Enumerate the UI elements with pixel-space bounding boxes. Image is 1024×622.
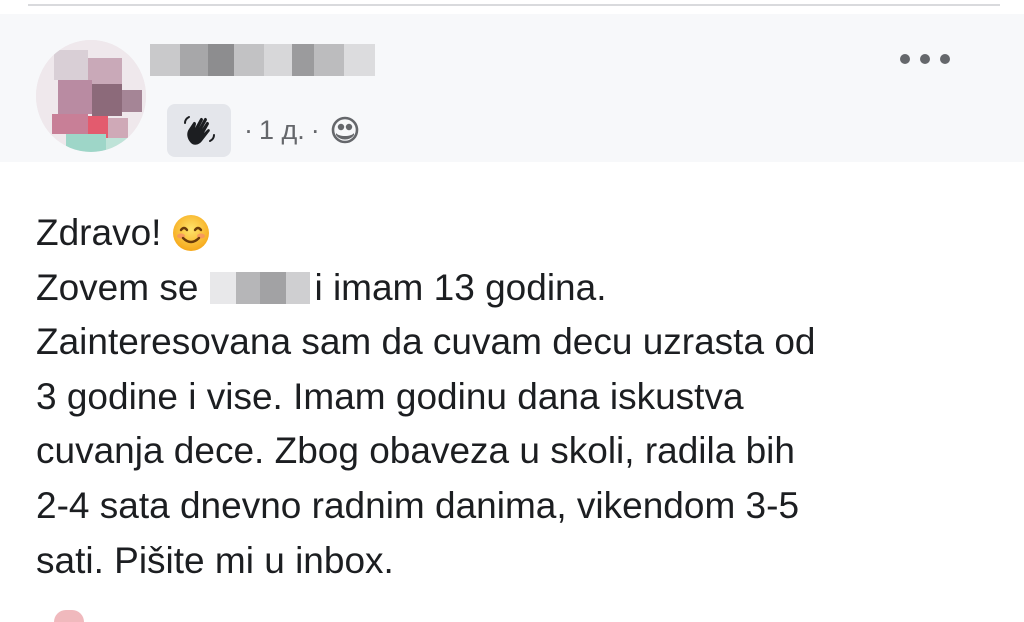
author-name-redacted[interactable]: [150, 44, 375, 76]
post-line: Zovem se i imam 13 godina.: [36, 261, 996, 316]
post-header: [0, 14, 1024, 162]
smiling-face-emoji-icon: [171, 213, 211, 253]
post-line: 3 godine i vise. Imam godinu dana iskust…: [36, 375, 744, 417]
post-text-line: Zovem se: [36, 266, 199, 308]
top-divider: [28, 4, 1000, 6]
meta-separator: ·: [310, 114, 320, 145]
redacted-name: [210, 271, 311, 304]
globe-icon[interactable]: [330, 115, 360, 145]
post-time[interactable]: 1 д.: [259, 115, 305, 146]
more-options-icon[interactable]: [900, 46, 950, 72]
post-line: cuvanja dece. Zbog obaveza u skoli, radi…: [36, 430, 795, 472]
reaction-icon-cropped: [54, 610, 84, 622]
wave-hand-icon[interactable]: [167, 104, 231, 157]
post-text-line: i imam 13 godina.: [314, 266, 607, 308]
post-line: sati. Pišite mi u inbox.: [36, 539, 394, 581]
post-line: 2-4 sata dnevno radnim danima, vikendom …: [36, 484, 800, 526]
post-line: Zainteresovana sam da cuvam decu uzrasta…: [36, 321, 816, 363]
post-meta: · 1 д. ·: [238, 112, 360, 148]
meta-separator: ·: [244, 114, 253, 145]
post-body: Zdravo! Zovem se i imam 13 godina. Zaint…: [36, 206, 996, 588]
post-line: Zdravo!: [36, 206, 996, 261]
post-text-line: Zdravo!: [36, 212, 162, 253]
avatar[interactable]: [36, 40, 146, 152]
